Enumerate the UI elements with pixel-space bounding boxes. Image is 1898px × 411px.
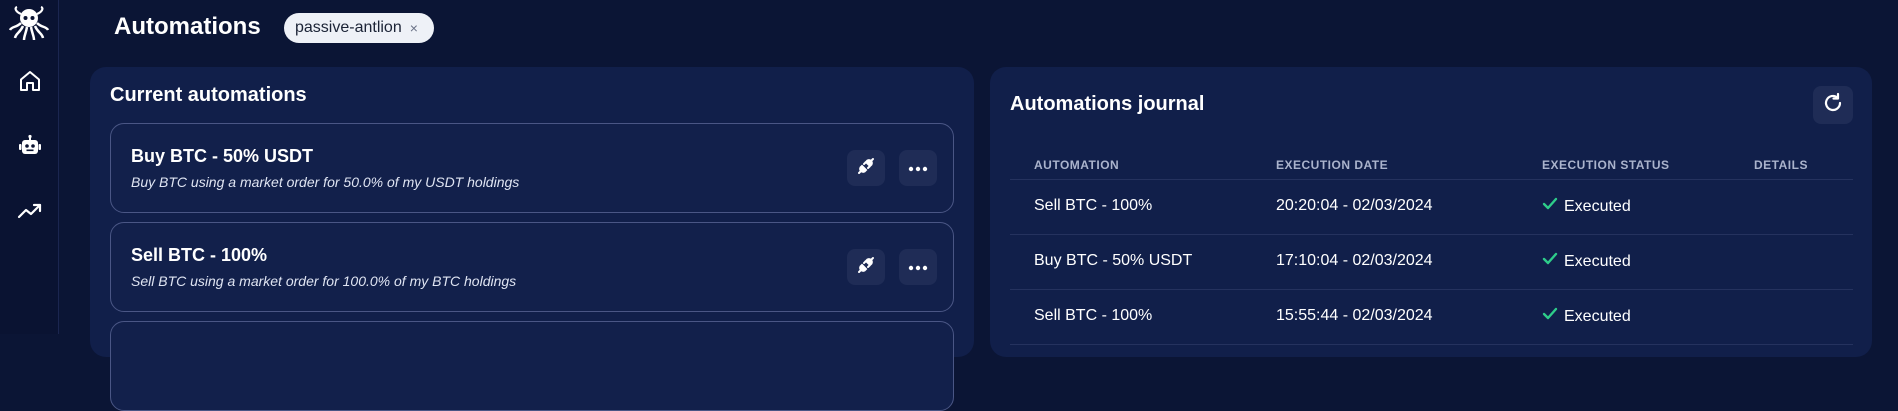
status-label: Executed [1564, 307, 1631, 325]
journal-title: Automations journal [1010, 93, 1205, 115]
current-automations-panel: Current automations Buy BTC - 50% USDT B… [90, 67, 974, 411]
automation-card[interactable]: Buy BTC - 50% USDT Buy BTC using a marke… [110, 123, 954, 213]
table-row[interactable]: Sell BTC - 100% 15:55:44 - 02/03/2024 Ex… [1010, 290, 1853, 345]
status-label: Executed [1564, 252, 1631, 270]
journal-table-header: AUTOMATION EXECUTION DATE EXECUTION STAT… [1010, 152, 1853, 180]
home-icon [18, 69, 42, 98]
disconnect-button[interactable] [847, 249, 885, 285]
automation-name: Buy BTC - 50% USDT [131, 146, 314, 166]
column-header-details: DETAILS [1754, 158, 1808, 172]
more-horizontal-icon [908, 258, 928, 276]
more-options-button[interactable] [899, 150, 937, 186]
row-execution-date: 20:20:04 - 02/03/2024 [1276, 197, 1433, 214]
refresh-icon [1822, 92, 1844, 119]
automation-card[interactable] [110, 321, 954, 411]
plug-icon [855, 254, 877, 281]
robot-icon [18, 134, 42, 163]
automation-description: Buy BTC using a market order for 50.0% o… [131, 174, 520, 190]
row-status: Executed [1542, 197, 1631, 216]
column-header-execution-date: EXECUTION DATE [1276, 158, 1389, 172]
table-row[interactable]: Sell BTC - 100% 20:20:04 - 02/03/2024 Ex… [1010, 180, 1853, 235]
row-execution-date: 15:55:44 - 02/03/2024 [1276, 307, 1433, 324]
automation-description: Sell BTC using a market order for 100.0%… [131, 273, 517, 289]
account-tag[interactable]: passive-antlion × [284, 13, 434, 43]
sidebar [0, 0, 59, 334]
row-execution-date: 17:10:04 - 02/03/2024 [1276, 252, 1433, 269]
trending-up-icon [17, 199, 43, 228]
row-automation: Sell BTC - 100% [1034, 197, 1153, 214]
check-icon [1542, 252, 1558, 271]
octopus-logo-icon[interactable] [6, 4, 52, 44]
automation-card[interactable]: Sell BTC - 100% Sell BTC using a market … [110, 222, 954, 312]
column-header-automation: AUTOMATION [1034, 158, 1120, 172]
row-status: Executed [1542, 252, 1631, 271]
column-header-execution-status: EXECUTION STATUS [1542, 158, 1670, 172]
sidebar-item-trends[interactable] [12, 195, 48, 231]
refresh-button[interactable] [1813, 86, 1853, 124]
check-icon [1542, 197, 1558, 216]
close-icon[interactable]: × [410, 20, 418, 36]
status-label: Executed [1564, 197, 1631, 215]
row-automation: Buy BTC - 50% USDT [1034, 252, 1193, 269]
automations-journal-panel: Automations journal AUTOMATION EXECUTION… [990, 67, 1872, 357]
row-automation: Sell BTC - 100% [1034, 307, 1153, 324]
page-title: Automations [114, 13, 261, 40]
check-icon [1542, 307, 1558, 326]
automation-name: Sell BTC - 100% [131, 245, 268, 265]
current-automations-title: Current automations [110, 84, 307, 106]
more-options-button[interactable] [899, 249, 937, 285]
sidebar-item-bots[interactable] [12, 130, 48, 166]
plug-icon [855, 155, 877, 182]
sidebar-item-home[interactable] [12, 65, 48, 101]
row-status: Executed [1542, 307, 1631, 326]
disconnect-button[interactable] [847, 150, 885, 186]
tag-label: passive-antlion [295, 19, 402, 36]
table-row[interactable]: Buy BTC - 50% USDT 17:10:04 - 02/03/2024… [1010, 235, 1853, 290]
topbar: Automations passive-antlion × [59, 0, 1898, 60]
more-horizontal-icon [908, 159, 928, 177]
